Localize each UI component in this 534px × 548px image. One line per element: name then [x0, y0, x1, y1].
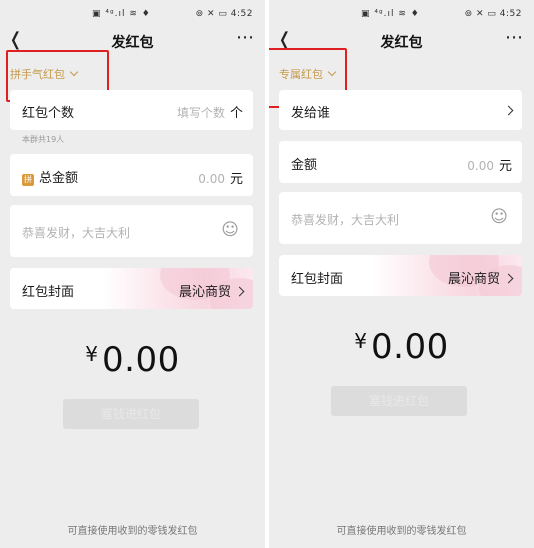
cover-value: 晨沁商贸: [447, 272, 500, 287]
currency-symbol: ¥: [354, 329, 368, 353]
blessing-input[interactable]: 恭喜发财，大吉大利: [291, 211, 399, 228]
blessing-input[interactable]: 恭喜发财，大吉大利: [22, 224, 130, 241]
amount-field-row[interactable]: 金额 0.00 元: [279, 141, 522, 183]
chevron-right-icon: [234, 286, 245, 297]
amount-value: 0.00: [371, 327, 449, 367]
recipient-label: 发给谁: [291, 106, 331, 121]
blessing-field[interactable]: 恭喜发财，大吉大利 ☺: [10, 205, 253, 257]
amount-display: ¥0.00: [0, 340, 265, 380]
more-dots-icon[interactable]: ⋯: [236, 28, 255, 48]
amount-input[interactable]: 0.00: [467, 159, 494, 173]
more-dots-icon[interactable]: ⋯: [505, 28, 524, 48]
lucky-red-packet-screen: ▣ ⁴ᵍ.ıl ≋ ♦ ⊚ ✕ ▭ 4:52 ❬ 发红包 ⋯ 拼手气红包 红包个…: [0, 0, 265, 548]
status-left-icons: ▣ ⁴ᵍ.ıl ≋ ♦: [92, 9, 151, 19]
total-amount-row[interactable]: 拼总金额 0.00 元: [10, 154, 253, 196]
total-amount-unit: 元: [229, 172, 243, 187]
money-icon: 拼: [22, 174, 34, 186]
total-amount-label: 总金额: [39, 171, 79, 186]
count-label: 红包个数: [22, 106, 75, 121]
emoji-add-icon[interactable]: ☺: [490, 207, 508, 227]
send-money-button[interactable]: 塞钱进红包: [331, 386, 467, 416]
footer-note: 可直接使用收到的零钱发红包: [67, 526, 198, 537]
status-bar: ▣ ⁴ᵍ.ıl ≋ ♦ ⊚ ✕ ▭ 4:52: [269, 0, 534, 26]
cover-row[interactable]: 红包封面 晨沁商贸: [10, 268, 253, 309]
count-unit: 个: [229, 106, 243, 121]
status-right-icons: ⊚ ✕ ▭ 4:52: [195, 9, 253, 19]
blessing-field[interactable]: 恭喜发财，大吉大利 ☺: [279, 192, 522, 244]
count-field-row[interactable]: 红包个数 填写个数个: [10, 90, 253, 130]
chevron-right-icon: [503, 105, 514, 116]
exclusive-red-packet-screen: ▣ ⁴ᵍ.ıl ≋ ♦ ⊚ ✕ ▭ 4:52 ❬ 发红包 ⋯ 专属红包 发给谁 …: [269, 0, 534, 548]
count-input[interactable]: 填写个数: [177, 106, 225, 120]
status-right-icons: ⊚ ✕ ▭ 4:52: [464, 9, 522, 19]
cover-row[interactable]: 红包封面 晨沁商贸: [279, 255, 522, 296]
recipient-row[interactable]: 发给谁: [279, 90, 522, 130]
status-left-icons: ▣ ⁴ᵍ.ıl ≋ ♦: [361, 9, 420, 19]
amount-unit: 元: [498, 159, 512, 174]
footer-note: 可直接使用收到的零钱发红包: [336, 526, 467, 537]
emoji-add-icon[interactable]: ☺: [221, 220, 239, 240]
cover-label: 红包封面: [22, 285, 75, 300]
total-amount-input[interactable]: 0.00: [198, 172, 225, 186]
page-title: 发红包: [111, 35, 154, 51]
currency-symbol: ¥: [85, 342, 99, 366]
status-bar: ▣ ⁴ᵍ.ıl ≋ ♦ ⊚ ✕ ▭ 4:52: [0, 0, 265, 26]
send-money-button[interactable]: 塞钱进红包: [63, 399, 199, 429]
chevron-right-icon: [503, 273, 514, 284]
amount-display: ¥0.00: [269, 327, 534, 367]
cover-value: 晨沁商贸: [178, 285, 231, 300]
cover-label: 红包封面: [291, 272, 344, 287]
group-member-hint: 本群共19人: [22, 135, 65, 144]
amount-value: 0.00: [102, 340, 180, 380]
amount-label: 金额: [291, 158, 318, 173]
